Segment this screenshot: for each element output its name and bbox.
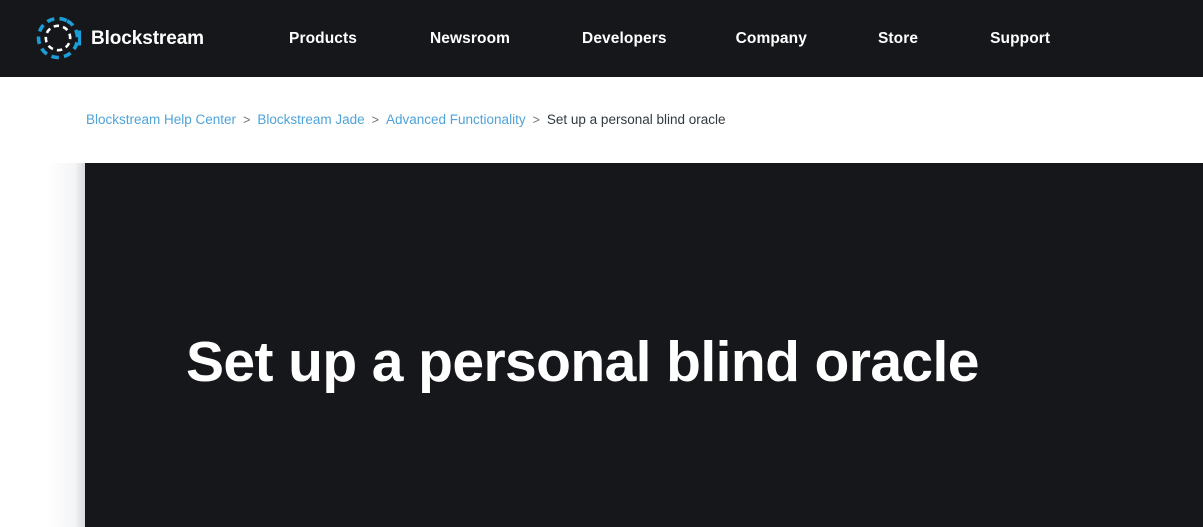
- article-hero-banner: Set up a personal blind oracle: [85, 163, 1203, 527]
- page-root: Blockstream Products Newsroom Developers…: [0, 0, 1203, 527]
- breadcrumb: Blockstream Help Center > Blockstream Ja…: [86, 112, 726, 128]
- breadcrumb-separator-icon: >: [243, 113, 251, 127]
- breadcrumb-item-help-center[interactable]: Blockstream Help Center: [86, 112, 236, 128]
- nav-item-newsroom[interactable]: Newsroom: [430, 31, 510, 47]
- blockstream-dashed-circle-icon: [34, 12, 84, 64]
- nav-item-store[interactable]: Store: [878, 31, 918, 47]
- site-header: Blockstream Products Newsroom Developers…: [0, 0, 1203, 77]
- page-title: Set up a personal blind oracle: [186, 330, 979, 394]
- brand-wordmark: Blockstream: [91, 27, 204, 49]
- breadcrumb-separator-icon: >: [532, 113, 540, 127]
- breadcrumb-item-blockstream-jade[interactable]: Blockstream Jade: [257, 112, 364, 128]
- nav-item-company[interactable]: Company: [736, 31, 807, 47]
- breadcrumb-item-current: Set up a personal blind oracle: [546, 112, 726, 127]
- nav-item-products[interactable]: Products: [289, 31, 357, 47]
- brand-logo-link[interactable]: Blockstream: [34, 8, 204, 68]
- breadcrumb-separator-icon: >: [371, 113, 379, 127]
- nav-item-developers[interactable]: Developers: [582, 31, 667, 47]
- nav-item-support[interactable]: Support: [990, 31, 1050, 47]
- breadcrumb-item-advanced-functionality[interactable]: Advanced Functionality: [386, 112, 526, 128]
- content-column-shadow: [0, 163, 85, 527]
- main-navigation: Products Newsroom Developers Company Sto…: [289, 0, 1050, 77]
